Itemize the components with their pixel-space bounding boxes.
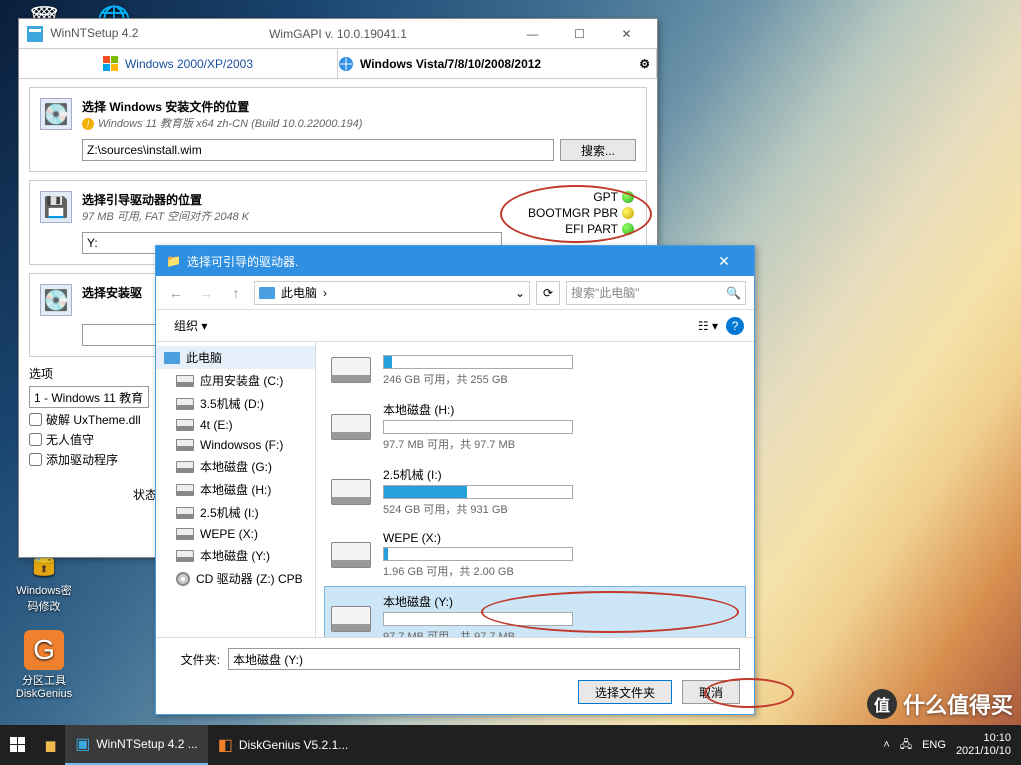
status-dot-green: [622, 223, 634, 235]
titlebar[interactable]: WinNTSetup 4.2 WimGAPI v. 10.0.19041.1 —…: [19, 19, 657, 49]
diskgenius-icon: G: [24, 630, 64, 670]
source-title: 选择 Windows 安装文件的位置: [82, 98, 362, 115]
status-label: 状态: [29, 486, 157, 503]
boot-icon: 💾: [40, 191, 72, 223]
clock[interactable]: 10:10 2021/10/10: [956, 732, 1011, 758]
drive-row[interactable]: 246 GB 可用，共 255 GB: [324, 346, 746, 394]
source-path-input[interactable]: [82, 139, 554, 161]
boot-title: 选择引导驱动器的位置: [82, 191, 249, 208]
help-button[interactable]: ?: [726, 317, 744, 335]
tree-item[interactable]: 本地磁盘 (G:): [156, 455, 315, 478]
explorer-button[interactable]: ▆: [36, 725, 65, 765]
boot-status: GPT BOOTMGR PBR EFI PART: [528, 189, 634, 237]
folder-picker-dialog: 📁 选择可引导的驱动器. ✕ ← → ↑ 此电脑 › ⌄ ⟳ 搜索"此电脑" 🔍…: [155, 245, 755, 715]
dialog-title: 选择可引导的驱动器.: [187, 253, 298, 270]
taskbar-item[interactable]: ▣WinNTSetup 4.2 ...: [65, 725, 208, 765]
win7-icon: [338, 56, 354, 72]
tab-winvista[interactable]: Windows Vista/7/8/10/2008/2012 ⚙: [338, 49, 657, 78]
nav-back-button[interactable]: ←: [164, 281, 188, 305]
nav-up-button[interactable]: ↑: [224, 281, 248, 305]
boot-sub: 97 MB 可用, FAT 空间对齐 2048 K: [82, 208, 249, 224]
tree-item[interactable]: WEPE (X:): [156, 524, 315, 544]
desktop-icon-diskgenius[interactable]: G 分区工具 DiskGenius: [14, 630, 74, 700]
tree-thispc[interactable]: 此电脑: [156, 346, 315, 369]
organize-button[interactable]: 组织 ▾: [166, 315, 215, 336]
window-title: WinNTSetup 4.2: [50, 26, 138, 40]
status-dot-green: [622, 191, 634, 203]
drive-row[interactable]: 本地磁盘 (Y:)97.7 MB 可用，共 97.7 MB: [324, 586, 746, 637]
tree-item[interactable]: Windowsos (F:): [156, 435, 315, 455]
folder-icon: ▆: [46, 738, 55, 752]
install-path-input[interactable]: [82, 324, 162, 346]
window-subtitle: WimGAPI v. 10.0.19041.1: [269, 27, 407, 41]
nav-forward-button[interactable]: →: [194, 281, 218, 305]
start-button[interactable]: [0, 725, 36, 765]
select-folder-button[interactable]: 选择文件夹: [578, 680, 672, 704]
view-button[interactable]: ☷ ▾: [698, 319, 718, 333]
folder-icon: 📁: [166, 254, 181, 268]
settings-icon[interactable]: ⚙: [639, 57, 650, 71]
close-button[interactable]: ✕: [604, 20, 649, 48]
tree-item[interactable]: 3.5机械 (D:): [156, 392, 315, 415]
folder-name-input[interactable]: [228, 648, 740, 670]
drive-row[interactable]: 本地磁盘 (H:)97.7 MB 可用，共 97.7 MB: [324, 394, 746, 459]
install-icon: 💽: [40, 284, 72, 316]
desktop-icon-label: Windows密码修改: [14, 582, 74, 614]
drive-list: 246 GB 可用，共 255 GB本地磁盘 (H:)97.7 MB 可用，共 …: [316, 342, 754, 637]
watermark: 值 什么值得买: [867, 688, 1013, 720]
ime-indicator[interactable]: ENG: [922, 739, 946, 751]
source-sub: Windows 11 教育版 x64 zh-CN (Build 10.0.220…: [98, 118, 362, 130]
tree-item[interactable]: 本地磁盘 (Y:): [156, 544, 315, 567]
refresh-button[interactable]: ⟳: [536, 281, 560, 305]
nav-bar: ← → ↑ 此电脑 › ⌄ ⟳ 搜索"此电脑" 🔍: [156, 276, 754, 310]
system-tray: ˄ 🖧 ENG 10:10 2021/10/10: [883, 732, 1021, 758]
source-icon: 💽: [40, 98, 72, 130]
browse-source-button[interactable]: 搜索...: [560, 139, 636, 161]
thispc-icon: [259, 287, 275, 299]
status-dot-yellow: [622, 207, 634, 219]
watermark-badge-icon: 值: [867, 689, 897, 719]
taskbar-item[interactable]: ◧DiskGenius V5.2.1...: [208, 725, 359, 765]
toolbar: 组织 ▾ ☷ ▾ ?: [156, 310, 754, 342]
edition-select[interactable]: 1 - Windows 11 教育: [29, 386, 149, 408]
tree-item[interactable]: 2.5机械 (I:): [156, 501, 315, 524]
install-title: 选择安装驱: [82, 284, 142, 301]
tree-item[interactable]: 本地磁盘 (H:): [156, 478, 315, 501]
dialog-footer: 文件夹: 选择文件夹 取消: [156, 637, 754, 714]
app-icon: [27, 26, 43, 42]
desktop-icon-label: 分区工具 DiskGenius: [14, 672, 74, 700]
breadcrumb[interactable]: 此电脑 › ⌄: [254, 281, 530, 305]
minimize-button[interactable]: —: [510, 20, 555, 48]
tabs: Windows 2000/XP/2003 Windows Vista/7/8/1…: [19, 49, 657, 79]
drive-row[interactable]: WEPE (X:)1.96 GB 可用，共 2.00 GB: [324, 524, 746, 586]
tray-chevron-icon[interactable]: ˄: [883, 739, 889, 751]
folder-label: 文件夹:: [170, 651, 220, 668]
source-group: 💽 选择 Windows 安装文件的位置 ! Windows 11 教育版 x64…: [29, 87, 647, 172]
search-icon: 🔍: [726, 286, 741, 300]
warn-icon: !: [82, 118, 94, 130]
tray-network-icon[interactable]: 🖧: [900, 736, 912, 755]
drive-row[interactable]: 2.5机械 (I:)524 GB 可用，共 931 GB: [324, 459, 746, 524]
dialog-titlebar[interactable]: 📁 选择可引导的驱动器. ✕: [156, 246, 754, 276]
cancel-button[interactable]: 取消: [682, 680, 740, 704]
taskbar: ▆ ▣WinNTSetup 4.2 ...◧DiskGenius V5.2.1.…: [0, 725, 1021, 765]
tree-item[interactable]: CD 驱动器 (Z:) CPB: [156, 567, 315, 590]
chevron-down-icon[interactable]: ⌄: [515, 286, 525, 300]
search-input[interactable]: 搜索"此电脑" 🔍: [566, 281, 746, 305]
chevron-right-icon: ›: [323, 286, 327, 300]
winxp-icon: [103, 56, 119, 72]
nav-tree: 此电脑应用安装盘 (C:)3.5机械 (D:)4t (E:)Windowsos …: [156, 342, 316, 637]
tree-item[interactable]: 应用安装盘 (C:): [156, 369, 315, 392]
tab-win2000[interactable]: Windows 2000/XP/2003: [19, 49, 338, 78]
tree-item[interactable]: 4t (E:): [156, 415, 315, 435]
maximize-button[interactable]: ☐: [557, 20, 602, 48]
windows-icon: [10, 737, 26, 753]
dialog-close-button[interactable]: ✕: [704, 253, 744, 270]
